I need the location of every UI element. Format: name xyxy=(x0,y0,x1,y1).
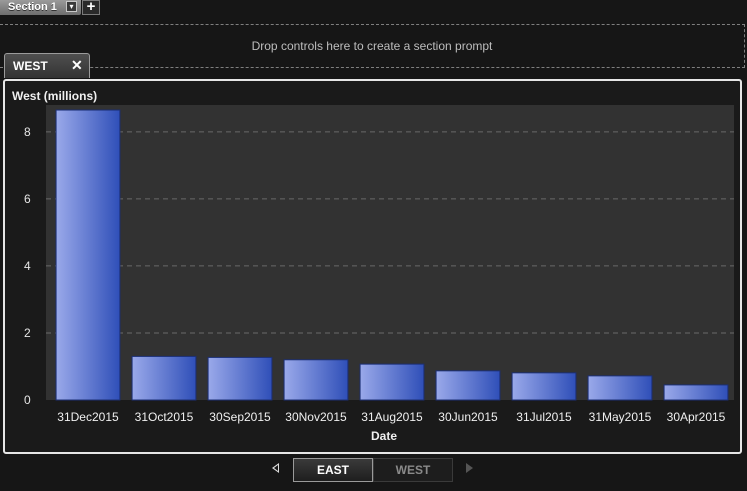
bar xyxy=(587,375,653,401)
plot-area xyxy=(46,105,734,400)
page-button-west[interactable]: WEST xyxy=(373,458,453,482)
x-tick-label: 30Nov2015 xyxy=(285,410,347,424)
bar xyxy=(283,359,349,401)
bar xyxy=(511,372,577,401)
x-tick-label: 31Aug2015 xyxy=(361,410,423,424)
bar xyxy=(207,356,273,401)
next-page-icon[interactable] xyxy=(466,463,473,473)
bar xyxy=(435,370,501,401)
y-tick-label: 4 xyxy=(24,259,31,273)
x-tick-label: 31Oct2015 xyxy=(135,410,194,424)
y-tick-label: 0 xyxy=(24,393,31,407)
x-tick-label: 31Jul2015 xyxy=(516,410,572,424)
bar-chart: 0 2 4 6 8 31Dec2015 31Oct2015 30Sep2015 30Nov201… xyxy=(24,105,734,443)
x-tick-label: 30Jun2015 xyxy=(438,410,498,424)
x-tick-label: 31May2015 xyxy=(589,410,652,424)
bar xyxy=(359,363,425,401)
x-tick-label: 30Apr2015 xyxy=(667,410,726,424)
page-button-east[interactable]: EAST xyxy=(293,458,373,482)
y-tick-label: 2 xyxy=(24,326,31,340)
bar xyxy=(131,355,197,401)
bar xyxy=(663,384,729,401)
y-tick-label: 8 xyxy=(24,125,31,139)
x-axis-title: Date xyxy=(371,429,397,443)
x-tick-label: 30Sep2015 xyxy=(209,410,271,424)
y-tick-label: 6 xyxy=(24,192,31,206)
x-tick-label: 31Dec2015 xyxy=(57,410,119,424)
previous-page-icon[interactable] xyxy=(272,463,279,473)
bar xyxy=(55,109,121,401)
pager: EAST WEST xyxy=(0,456,747,486)
